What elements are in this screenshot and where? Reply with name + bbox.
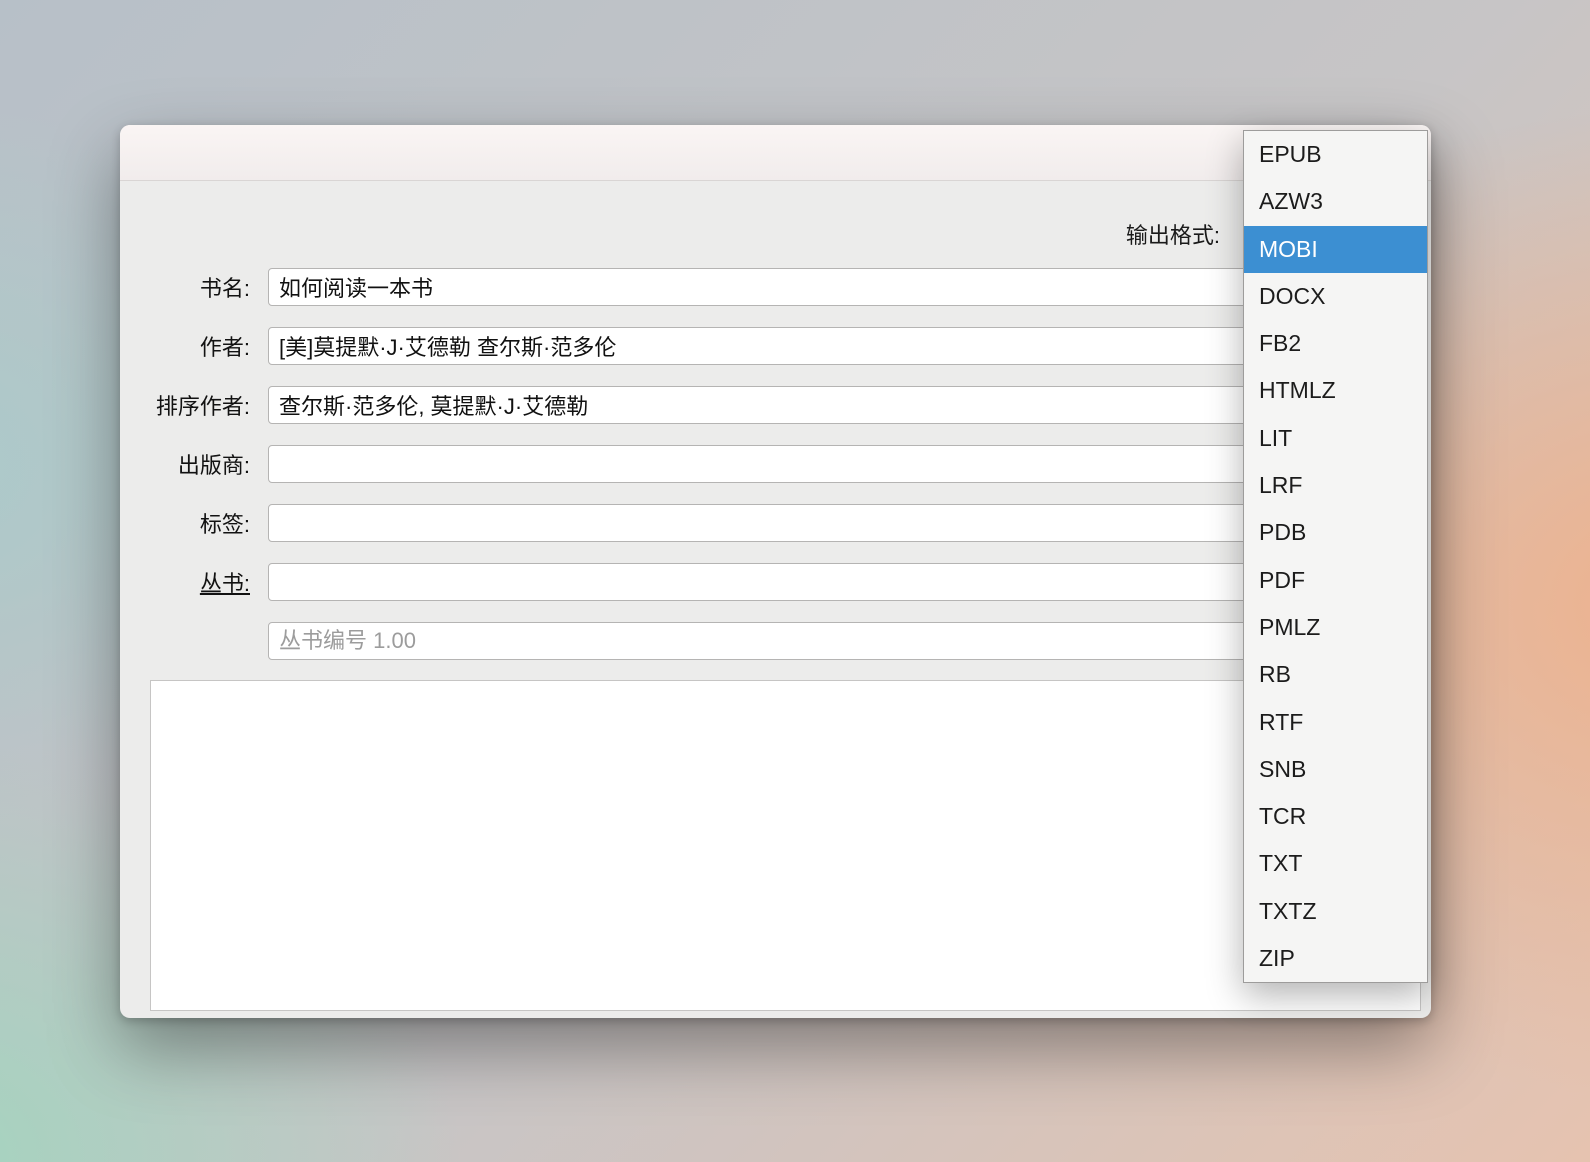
author-sort-input[interactable] (268, 386, 1408, 424)
field-row-authors: 作者: (140, 327, 1408, 365)
authors-label: 作者: (199, 335, 250, 360)
field-row-tags: 标签: (140, 504, 1408, 542)
series-index-input[interactable] (268, 622, 1408, 660)
dropdown-item[interactable]: SNB (1244, 746, 1427, 793)
output-format-dropdown: EPUB AZW3 MOBI DOCX FB2 HTMLZ LIT LRF PD… (1243, 130, 1428, 984)
series-label[interactable]: 丛书: (140, 566, 250, 598)
dropdown-item[interactable]: PDF (1244, 557, 1427, 604)
field-row-publisher: 出版商: (140, 445, 1408, 483)
dropdown-item[interactable]: TXT (1244, 840, 1427, 887)
field-row-title: 书名: (140, 268, 1408, 306)
dropdown-item[interactable]: MOBI (1244, 225, 1427, 273)
window-titlebar[interactable] (120, 125, 1431, 181)
tags-input[interactable] (268, 504, 1408, 542)
publisher-label: 出版商: (177, 453, 250, 478)
output-format-label: 输出格式: (1125, 223, 1220, 248)
tags-label: 标签: (199, 512, 250, 537)
dropdown-item[interactable]: TXTZ (1244, 888, 1427, 935)
comments-editor[interactable] (150, 680, 1421, 1011)
dropdown-item[interactable]: TCR (1244, 793, 1427, 840)
dropdown-item[interactable]: DOCX (1244, 273, 1427, 320)
title-label: 书名: (199, 276, 250, 301)
dropdown-item[interactable]: AZW3 (1244, 178, 1427, 225)
dropdown-item[interactable]: HTMLZ (1244, 367, 1427, 414)
authors-input[interactable] (268, 327, 1408, 365)
dropdown-item[interactable]: FB2 (1244, 320, 1427, 367)
dropdown-item[interactable]: RB (1244, 651, 1427, 698)
publisher-input[interactable] (268, 445, 1408, 483)
dropdown-item[interactable]: RTF (1244, 699, 1427, 746)
metadata-dialog: 输出格式: 书名: 作者: 排序作者: 出版商: 标签: 丛书: (120, 125, 1431, 1018)
dropdown-item[interactable]: EPUB (1244, 131, 1427, 178)
dropdown-item[interactable]: ZIP (1244, 935, 1427, 982)
field-row-author-sort: 排序作者: (140, 386, 1408, 424)
dropdown-item[interactable]: LRF (1244, 462, 1427, 509)
field-row-series-index (268, 622, 1408, 660)
author-sort-label: 排序作者: (155, 394, 250, 419)
title-input[interactable] (268, 268, 1408, 306)
dropdown-item[interactable]: LIT (1244, 415, 1427, 462)
dropdown-item[interactable]: PMLZ (1244, 604, 1427, 651)
field-row-series: 丛书: (140, 563, 1408, 601)
dropdown-item[interactable]: PDB (1244, 509, 1427, 556)
series-input[interactable] (268, 563, 1408, 601)
